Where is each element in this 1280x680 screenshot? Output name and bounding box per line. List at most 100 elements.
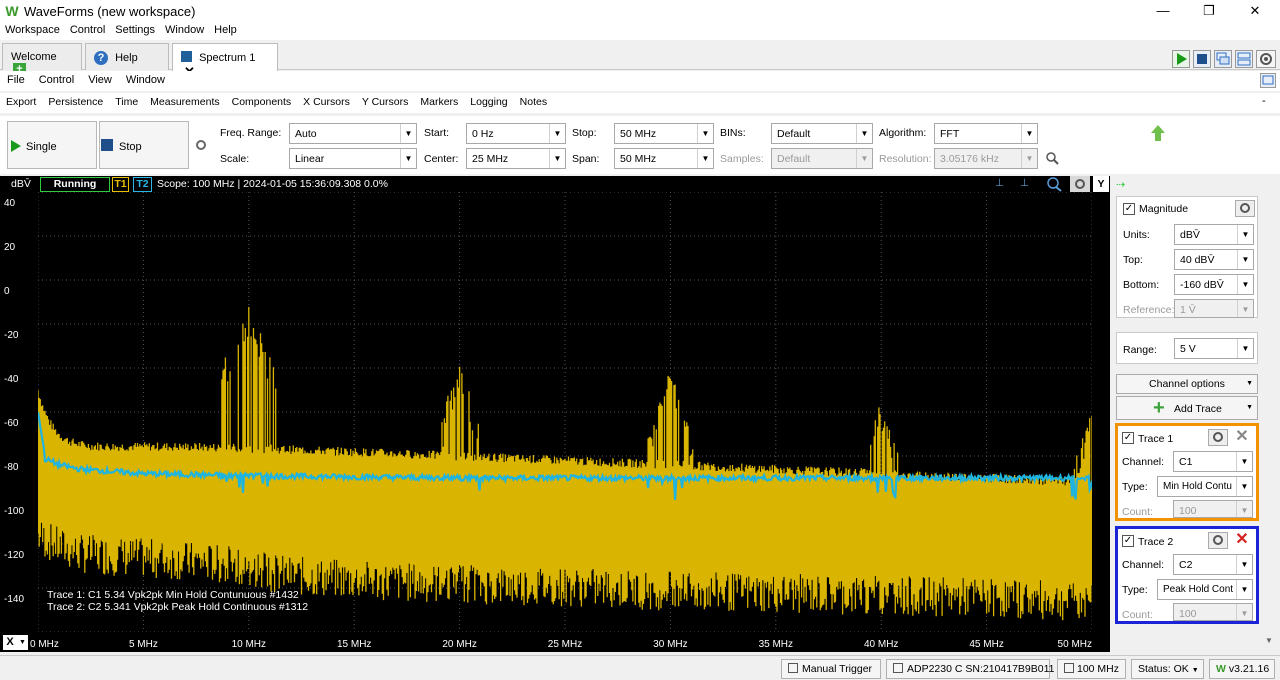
trace1-channel-select[interactable]: C1 ▼ (1173, 451, 1253, 472)
toolbar-persistence[interactable]: Persistence (42, 93, 109, 108)
tab-help[interactable]: ? Help (85, 43, 169, 70)
minimize-button[interactable]: — (1140, 0, 1186, 22)
chevron-down-icon: ▼ (1246, 404, 1253, 411)
range-select[interactable]: 5 V ▼ (1174, 338, 1254, 359)
t2-badge[interactable]: T2 (133, 177, 152, 192)
menu-settings[interactable]: Settings (110, 22, 160, 36)
chevron-down-icon: ▼ (1237, 250, 1253, 269)
toolbar-collapse[interactable]: - (1262, 95, 1266, 107)
trace1-checkbox[interactable]: ✓ (1122, 432, 1134, 444)
arrow-up-icon[interactable] (1150, 124, 1166, 142)
spectrum-chart[interactable] (38, 192, 1092, 632)
plot-gear-icon[interactable] (1070, 176, 1090, 192)
menu-window-inst[interactable]: Window (119, 71, 172, 86)
y-axis-button[interactable]: Y (1093, 176, 1109, 192)
side-scrollbar[interactable]: ▼ (1262, 192, 1278, 652)
resolution-settings-icon[interactable] (1045, 151, 1059, 165)
start-field[interactable]: 0 Hz ▼ (466, 123, 566, 144)
trace1-gear-icon[interactable] (1208, 429, 1228, 446)
toolbar-time[interactable]: Time (109, 93, 144, 108)
menu-file[interactable]: File (0, 71, 32, 86)
clock-label: 100 MHz (1077, 663, 1120, 675)
trace2-channel-select[interactable]: C2 ▼ (1173, 554, 1253, 575)
single-button[interactable]: Single (7, 121, 97, 169)
y-tick-label: 0 (4, 286, 10, 297)
start-label: Start: (424, 127, 450, 139)
toolbar-markers[interactable]: Markers (414, 93, 464, 108)
y-unit-label: dBV̄ (11, 178, 31, 190)
add-trace-button[interactable]: + Add Trace ▼ (1116, 396, 1258, 420)
version-button[interactable]: Wv3.21.16 (1209, 659, 1275, 679)
bins-select[interactable]: Default ▼ (771, 123, 873, 144)
scroll-down-icon[interactable]: ▼ (1265, 636, 1273, 645)
top-value: 40 dBV̄ (1180, 254, 1215, 266)
trace1-close-icon[interactable]: ✕ (1233, 428, 1251, 446)
tab-spectrum-1[interactable]: Spectrum 1 ✕ (172, 43, 278, 79)
trace2-close-icon[interactable]: ✕ (1233, 531, 1251, 549)
tab-welcome[interactable]: Welcome + (2, 43, 82, 76)
spectrum-plot[interactable]: Trace 1: C1 5.34 Vpk2pk Min Hold Contunu… (38, 192, 1092, 632)
cascade-windows-button[interactable] (1214, 50, 1232, 68)
cursor-right-icon[interactable]: ⊥ (1020, 177, 1029, 189)
menu-help[interactable]: Help (209, 22, 242, 36)
magnitude-gear-icon[interactable] (1235, 200, 1255, 217)
resolution-value: 3.05176 kHz (940, 153, 999, 165)
clock-button[interactable]: 100 MHz (1057, 659, 1126, 679)
menu-window[interactable]: Window (160, 22, 209, 36)
trace2-type-select[interactable]: Peak Hold Cont ▼ (1157, 579, 1253, 600)
toolbar-export[interactable]: Export (0, 93, 42, 108)
zoom-icon[interactable] (1045, 176, 1063, 192)
span-field[interactable]: 50 MHz ▼ (614, 148, 714, 169)
cursor-left-icon[interactable]: ⊥ (995, 177, 1004, 189)
trace2-checkbox[interactable]: ✓ (1122, 535, 1134, 547)
top-field[interactable]: 40 dBV̄ ▼ (1174, 249, 1254, 270)
span-value: 50 MHz (620, 153, 657, 165)
toolbar-y-cursors[interactable]: Y Cursors (356, 93, 415, 108)
menu-control-inst[interactable]: Control (32, 71, 81, 86)
algorithm-value: FFT (940, 128, 960, 140)
tile-windows-button[interactable] (1235, 50, 1253, 68)
y-tick-label: -140 (4, 594, 24, 605)
magnitude-checkbox[interactable]: ✓ (1123, 203, 1135, 215)
device-button[interactable]: ADP2230 C SN:210417B9B011 (886, 659, 1055, 679)
trace2-gear-icon[interactable] (1208, 532, 1228, 549)
algorithm-select[interactable]: FFT ▼ (934, 123, 1038, 144)
toolbar-components[interactable]: Components (226, 93, 298, 108)
channel-options-button[interactable]: Channel options ▼ (1116, 374, 1258, 394)
bottom-field[interactable]: -160 dBV̄ ▼ (1174, 274, 1254, 295)
chevron-down-icon: ▼ (1237, 275, 1253, 294)
stop-button[interactable]: Stop (99, 121, 189, 169)
trace1-type-select[interactable]: Min Hold Contu ▼ (1157, 476, 1253, 497)
status-button[interactable]: Status: OK ▼ (1131, 659, 1204, 679)
units-select[interactable]: dBV̄ ▼ (1174, 224, 1254, 245)
toolbar-logging[interactable]: Logging (464, 93, 513, 108)
run-all-button[interactable] (1172, 50, 1190, 68)
bottom-label: Bottom: (1123, 279, 1160, 291)
chevron-down-icon: ▼ (400, 149, 416, 168)
manual-trigger-button[interactable]: Manual Trigger (781, 659, 881, 679)
config-gear-icon[interactable] (194, 138, 208, 152)
t1-badge[interactable]: T1 (112, 177, 129, 192)
freq-range-select[interactable]: Auto ▼ (289, 123, 417, 144)
menu-control[interactable]: Control (65, 22, 110, 36)
menu-view[interactable]: View (81, 71, 119, 86)
maximize-button[interactable]: ❐ (1186, 0, 1232, 22)
chevron-down-icon: ▼ (1236, 477, 1252, 496)
toolbar-notes[interactable]: Notes (514, 93, 553, 108)
trace1-type-label: Type: (1122, 481, 1148, 493)
toolbar-measurements[interactable]: Measurements (144, 93, 225, 108)
stop-freq-label: Stop: (572, 127, 597, 139)
side-arrow-icon[interactable]: ⇢ (1116, 178, 1125, 191)
settings-button[interactable] (1256, 50, 1276, 68)
version-logo-icon: W (1216, 663, 1226, 675)
stop-all-button[interactable] (1193, 50, 1211, 68)
toolbar-x-cursors[interactable]: X Cursors (297, 93, 356, 108)
clock-icon (1064, 663, 1074, 673)
scale-select[interactable]: Linear ▼ (289, 148, 417, 169)
x-tick-label: 35 MHz (759, 639, 793, 650)
menu-workspace[interactable]: Workspace (0, 22, 65, 36)
stop-freq-field[interactable]: 50 MHz ▼ (614, 123, 714, 144)
close-button[interactable]: ✕ (1232, 0, 1278, 22)
dock-button[interactable] (1260, 73, 1276, 88)
center-field[interactable]: 25 MHz ▼ (466, 148, 566, 169)
